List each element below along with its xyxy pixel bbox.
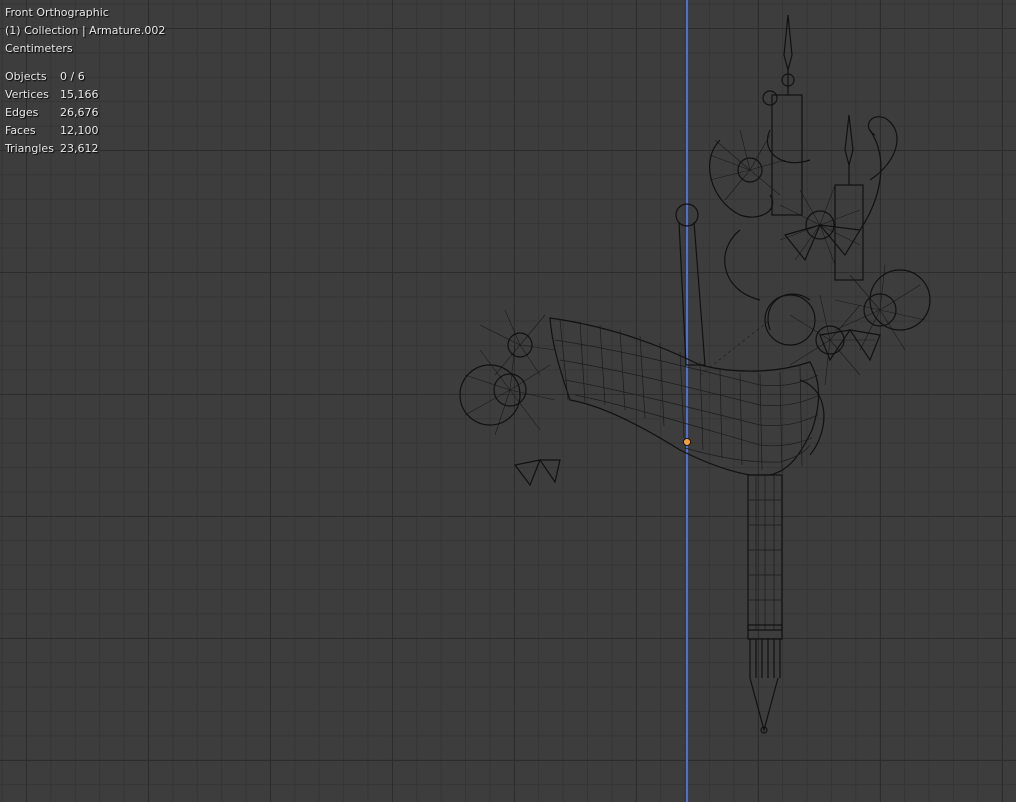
stat-row-objects: Objects 0 / 6 bbox=[5, 68, 165, 86]
stat-value: 15,166 bbox=[60, 88, 99, 101]
active-object-context: (1) Collection | Armature.002 bbox=[5, 24, 166, 37]
object-origin-point[interactable] bbox=[683, 438, 691, 446]
viewport-text-overlay: Front Orthographic (1) Collection | Arma… bbox=[5, 4, 165, 158]
stat-label: Triangles bbox=[5, 142, 54, 155]
stat-row-edges: Edges 26,676 bbox=[5, 104, 165, 122]
stat-value: 12,100 bbox=[60, 124, 99, 137]
stat-label: Faces bbox=[5, 124, 36, 137]
stat-row-faces: Faces 12,100 bbox=[5, 122, 165, 140]
scene-statistics: Objects 0 / 6 Vertices 15,166 Edges 26,6… bbox=[5, 68, 165, 158]
view-name: Front Orthographic bbox=[5, 6, 109, 19]
stat-label: Objects bbox=[5, 70, 47, 83]
stat-row-triangles: Triangles 23,612 bbox=[5, 140, 165, 158]
stat-value: 0 / 6 bbox=[60, 70, 85, 83]
3d-viewport[interactable]: Front Orthographic (1) Collection | Arma… bbox=[0, 0, 1016, 802]
floral-ornaments bbox=[459, 116, 931, 487]
stat-label: Vertices bbox=[5, 88, 49, 101]
handle-shaft bbox=[747, 474, 783, 734]
stat-value: 23,612 bbox=[60, 142, 99, 155]
armature-bone[interactable] bbox=[675, 203, 771, 376]
stat-row-vertices: Vertices 15,166 bbox=[5, 86, 165, 104]
stat-value: 26,676 bbox=[60, 106, 99, 119]
stat-label: Edges bbox=[5, 106, 39, 119]
unit-system: Centimeters bbox=[5, 42, 73, 55]
